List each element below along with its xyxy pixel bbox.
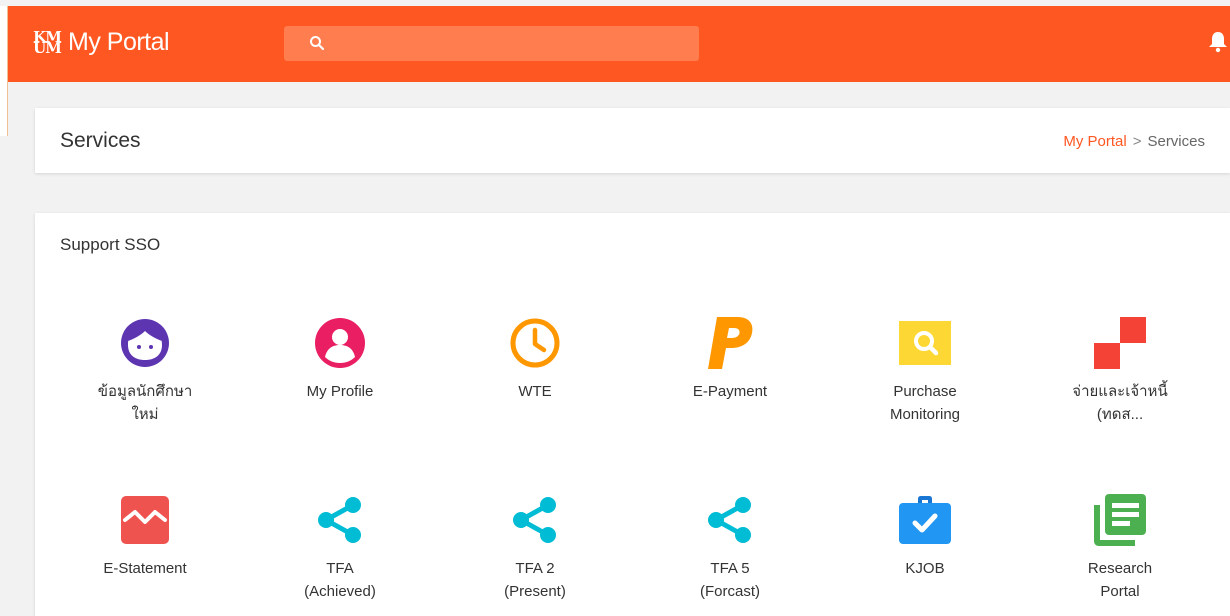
service-label: TFA 2 (Present) <box>504 560 566 600</box>
magnifier-icon <box>845 313 1005 373</box>
service-label: TFA (Achieved) <box>304 560 376 600</box>
logo-icon: KM UM <box>33 27 62 57</box>
service-tile-e-payment[interactable]: E-Payment <box>650 313 810 403</box>
service-label: Purchase Monitoring <box>889 383 961 423</box>
left-edge-strip <box>0 6 8 136</box>
brand[interactable]: KM UM My Portal <box>32 28 169 57</box>
service-tile-tfa-2[interactable]: TFA 2 (Present) <box>455 490 615 603</box>
top-navbar: KM UM My Portal <box>8 6 1230 82</box>
services-card: Support SSO ข้อมูลนักศึกษา ใหม่ My Profil… <box>35 213 1230 616</box>
payment-p-icon <box>650 313 810 373</box>
share-icon <box>650 490 810 550</box>
section-title: Support SSO <box>60 235 161 254</box>
service-label: จ่ายและเจ้าหนี้ (ทดส... <box>1072 383 1168 423</box>
service-label: TFA 5 (Forcast) <box>700 560 760 600</box>
service-label: ข้อมูลนักศึกษา ใหม่ <box>97 383 193 423</box>
breadcrumb-link-home[interactable]: My Portal <box>1063 133 1126 150</box>
clock-icon <box>455 313 615 373</box>
search-box[interactable] <box>284 26 699 61</box>
service-tile-kjob[interactable]: KJOB <box>845 490 1005 580</box>
search-icon <box>309 35 325 56</box>
service-tile-payables[interactable]: จ่ายและเจ้าหนี้ (ทดส... <box>1040 313 1200 426</box>
red-blocks-icon <box>1040 313 1200 373</box>
breadcrumb: My Portal > Services <box>1063 133 1205 150</box>
search-input[interactable] <box>334 26 689 61</box>
briefcase-check-icon <box>845 490 1005 550</box>
service-tile-my-profile[interactable]: My Profile <box>260 313 420 403</box>
service-tile-tfa[interactable]: TFA (Achieved) <box>260 490 420 603</box>
page-header-card: Services My Portal > Services <box>35 108 1230 173</box>
breadcrumb-current: Services <box>1147 133 1205 150</box>
profile-icon <box>260 313 420 373</box>
service-label: KJOB <box>905 560 945 577</box>
bell-icon[interactable] <box>1206 30 1230 59</box>
student-face-icon <box>65 313 225 373</box>
chevron-right-icon: > <box>1132 133 1142 150</box>
service-label: My Profile <box>306 383 374 400</box>
service-tile-research-portal[interactable]: Research Portal <box>1040 490 1200 603</box>
statement-chart-icon <box>65 490 225 550</box>
service-label: WTE <box>518 383 552 400</box>
brand-name: My Portal <box>68 28 170 56</box>
service-tile-wte[interactable]: WTE <box>455 313 615 403</box>
service-label: E-Statement <box>103 560 187 577</box>
page-title: Services <box>60 129 141 152</box>
share-icon <box>260 490 420 550</box>
document-list-icon <box>1040 490 1200 550</box>
service-tile-purchase-monitoring[interactable]: Purchase Monitoring <box>845 313 1005 426</box>
share-icon <box>455 490 615 550</box>
service-tile-e-statement[interactable]: E-Statement <box>65 490 225 580</box>
service-label: E-Payment <box>692 383 768 400</box>
service-tile-tfa-5[interactable]: TFA 5 (Forcast) <box>650 490 810 603</box>
service-label: Research Portal <box>1087 560 1153 600</box>
service-tile-new-student[interactable]: ข้อมูลนักศึกษา ใหม่ <box>65 313 225 426</box>
